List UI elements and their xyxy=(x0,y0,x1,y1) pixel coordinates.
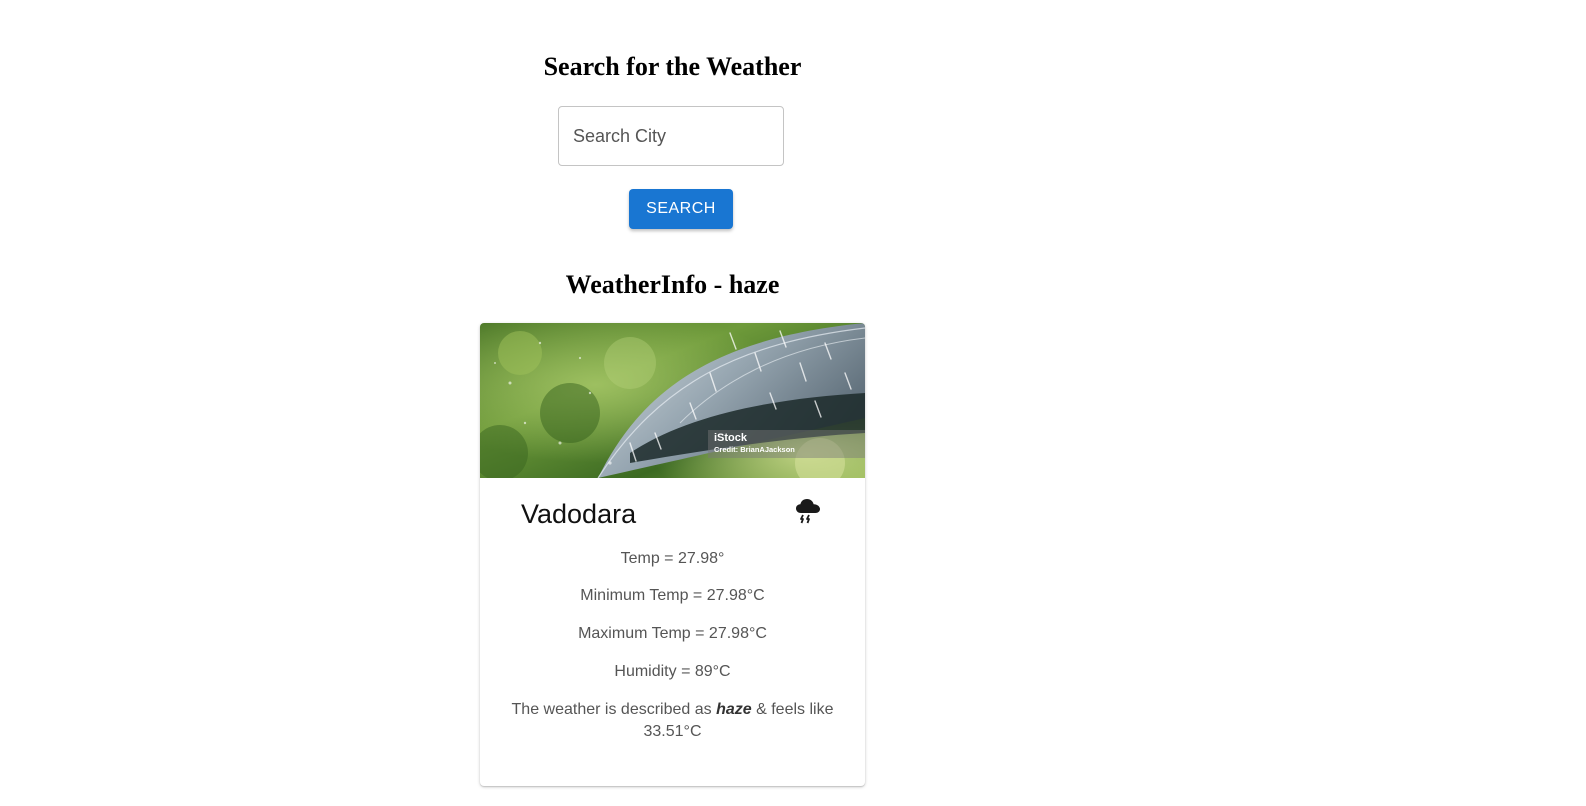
weather-card: iStock Credit: BrianAJackson Vadodara Te… xyxy=(480,323,865,786)
weather-info-title: WeatherInfo - haze xyxy=(565,270,780,299)
weather-image: iStock Credit: BrianAJackson xyxy=(480,323,865,478)
search-field[interactable] xyxy=(558,106,784,166)
page-title: Search for the Weather xyxy=(543,52,802,81)
temp-text: Temp = 27.98° xyxy=(620,550,725,567)
max-temp-text: Maximum Temp = 27.98°C xyxy=(578,625,767,642)
min-temp-text: Minimum Temp = 27.98°C xyxy=(580,587,765,604)
description-word: haze xyxy=(716,701,752,718)
watermark-credit: Credit: BrianAJackson xyxy=(714,445,795,454)
city-name: Vadodara xyxy=(521,499,637,529)
humidity-text: Humidity = 89°C xyxy=(614,663,731,680)
description-text: The weather is described as haze & feels… xyxy=(500,699,845,743)
search-input[interactable] xyxy=(559,107,783,165)
description-prefix: The weather is described as xyxy=(511,701,717,718)
thunderstorm-cloud-icon xyxy=(795,498,821,526)
watermark-brand: iStock xyxy=(714,432,748,444)
search-button[interactable]: SEARCH xyxy=(629,189,733,229)
image-watermark: iStock Credit: BrianAJackson xyxy=(708,430,865,458)
